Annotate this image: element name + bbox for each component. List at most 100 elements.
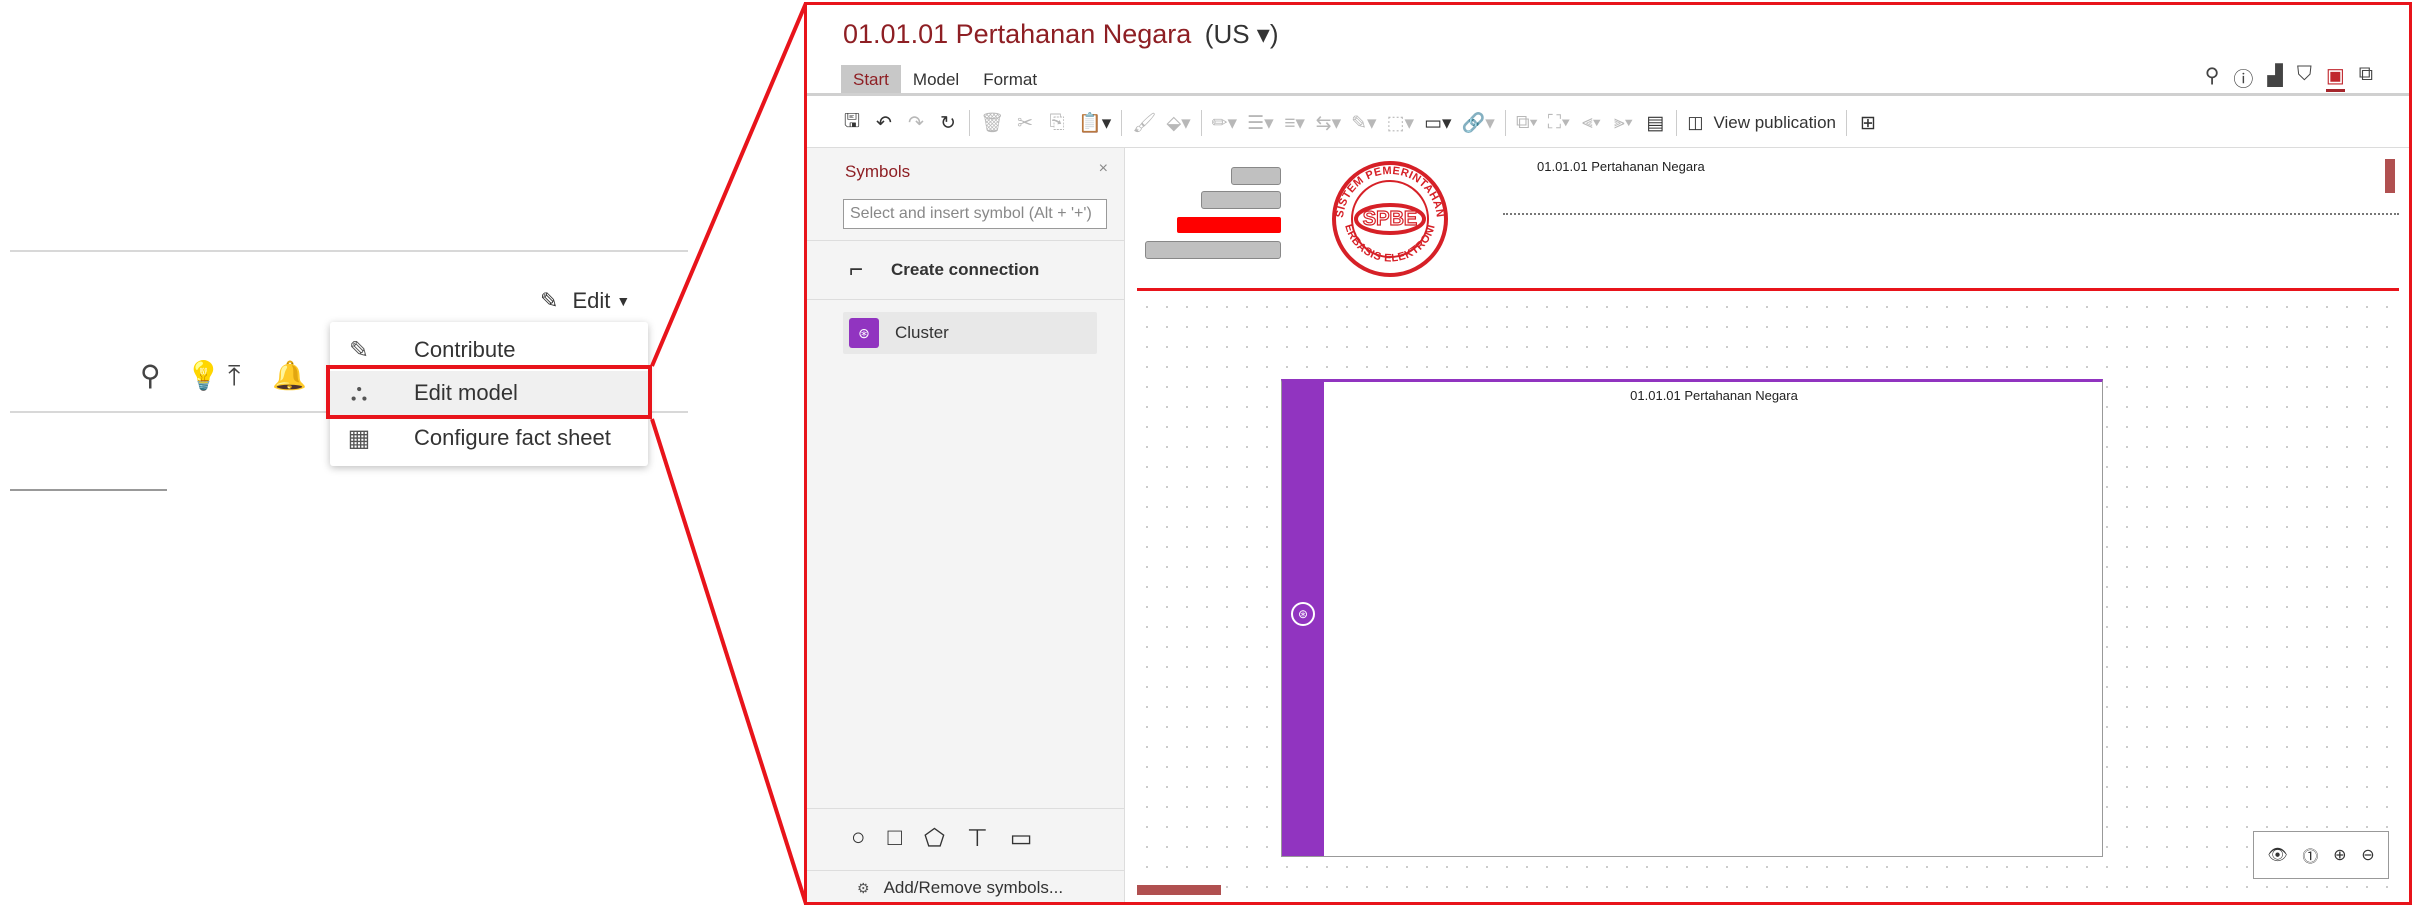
header-bar bbox=[1201, 191, 1281, 209]
menu-item-configure-fact-sheet[interactable]: ▦ Configure fact sheet bbox=[330, 416, 648, 460]
cluster-icon: ⊛ bbox=[849, 318, 879, 348]
edit-dropdown-button[interactable]: ✎ Edit ▼ bbox=[540, 288, 630, 314]
redo-icon[interactable]: ↷ bbox=[905, 112, 927, 135]
line-weight-icon[interactable]: ≡▾ bbox=[1284, 112, 1306, 135]
search-icon[interactable]: ⚲ bbox=[140, 362, 161, 390]
group-icon[interactable]: ⧉▾ bbox=[1516, 112, 1538, 134]
arrow-style-icon[interactable]: ⇆▾ bbox=[1316, 112, 1341, 135]
add-remove-symbols-label: Add/Remove symbols... bbox=[883, 878, 1064, 897]
model-canvas[interactable]: SISTEM PEMERINTAHAN BERBASIS ELEKTRONIK … bbox=[1137, 157, 2399, 895]
spbe-logo: SISTEM PEMERINTAHAN BERBASIS ELEKTRONIK … bbox=[1323, 159, 1448, 277]
svg-text:SPBE: SPBE bbox=[1363, 208, 1417, 230]
symbol-search-input[interactable] bbox=[843, 199, 1107, 229]
connection-icon: ⌐ bbox=[849, 256, 864, 283]
divider-top bbox=[10, 250, 688, 252]
toolbar-separator bbox=[1845, 110, 1847, 136]
header-dotted-line bbox=[1503, 213, 2399, 215]
add-remove-symbols-button[interactable]: ⚙ Add/Remove symbols... bbox=[857, 878, 1063, 898]
toolbar-separator bbox=[1121, 110, 1123, 136]
pencil-icon: ✎ bbox=[540, 288, 559, 313]
pentagon-icon[interactable]: ⬠ bbox=[924, 824, 945, 853]
model-editor-window: 01.01.01 Pertahanan Negara (US ▾) Start … bbox=[804, 2, 2412, 905]
link-icon[interactable]: 🔗▾ bbox=[1462, 111, 1495, 135]
toolbar-separator bbox=[1676, 110, 1678, 136]
align-icon[interactable]: ⫷▾ bbox=[1580, 112, 1602, 134]
highlight-frame bbox=[326, 365, 652, 419]
fact-sheet-panel: ✎ Edit ▼ ⚲ 💡 ⤒ 🔔 ✎ Contribute ⛬ Edit mod… bbox=[0, 0, 700, 907]
cluster-side-bar: ⊛ bbox=[1282, 382, 1324, 856]
upload-icon[interactable]: ⤒ bbox=[228, 362, 240, 390]
grid-icon: ▦ bbox=[347, 424, 371, 452]
language-label: (US bbox=[1204, 19, 1250, 49]
tab-start[interactable]: Start bbox=[841, 65, 901, 95]
paste-icon[interactable]: 📋▾ bbox=[1078, 111, 1111, 135]
ribbon-tabs: Start Model Format bbox=[841, 65, 1049, 95]
symbols-title: Symbols bbox=[845, 162, 911, 181]
create-connection-label: Create connection bbox=[891, 260, 1040, 279]
toolbar-separator bbox=[1200, 110, 1202, 136]
square-icon[interactable]: □ bbox=[888, 824, 903, 853]
caret-down-icon: ▼ bbox=[616, 293, 631, 309]
model-title-text: 01.01.01 Pertahanan Negara bbox=[843, 19, 1192, 49]
comments-icon[interactable]: ⧉ bbox=[2359, 63, 2373, 92]
shape-type-icon[interactable]: ▭▾ bbox=[1424, 112, 1452, 135]
zoom-100-icon[interactable]: ⓵ bbox=[2302, 843, 2318, 867]
header-bar bbox=[1145, 241, 1281, 259]
header-bar bbox=[1231, 167, 1281, 185]
model-title: 01.01.01 Pertahanan Negara (US ▾) bbox=[843, 19, 1279, 50]
undo-icon[interactable]: ↶ bbox=[873, 112, 895, 135]
format-painter-icon[interactable]: 🖌 bbox=[1132, 111, 1156, 135]
cut-icon[interactable]: ✂ bbox=[1014, 112, 1036, 135]
circle-icon[interactable]: ○ bbox=[851, 824, 866, 853]
view-publication-label: View publication bbox=[1713, 113, 1836, 132]
cluster-title: 01.01.01 Pertahanan Negara bbox=[1630, 388, 1798, 403]
save-icon[interactable]: 🖫 bbox=[841, 107, 863, 139]
language-selector[interactable]: (US ▾) bbox=[1205, 19, 1279, 49]
shape-style-icon[interactable]: ⬚▾ bbox=[1387, 112, 1415, 135]
symbol-cluster[interactable]: ⊛ Cluster bbox=[843, 312, 1097, 354]
toolbar-separator bbox=[969, 110, 970, 136]
cluster-shape[interactable]: ⊛ 01.01.01 Pertahanan Negara bbox=[1281, 379, 2103, 857]
header-red-bar bbox=[1177, 217, 1281, 233]
info-icon[interactable]: ⓘ bbox=[2233, 63, 2253, 92]
distribute-icon[interactable]: ⫸▾ bbox=[1612, 112, 1634, 134]
add-comment-icon[interactable]: ⊞ bbox=[1857, 112, 1879, 135]
refresh-icon[interactable]: ↻ bbox=[937, 112, 959, 135]
image-icon[interactable]: ▭ bbox=[1010, 824, 1033, 853]
search-icon[interactable]: ⚲ bbox=[2205, 63, 2220, 92]
main-toolbar: 🖫 ↶ ↷ ↻ 🗑 ✂ ⎘ 📋▾ 🖌 ⬙▾ ✏▾ ☰▾ ≡▾ ⇆▾ ✎▾ ⬚▾ … bbox=[841, 107, 1879, 139]
menu-item-label: Contribute bbox=[414, 337, 516, 362]
copy-icon[interactable]: ⎘ bbox=[1046, 112, 1068, 134]
page-icon[interactable]: ▤ bbox=[1644, 112, 1666, 135]
horizontal-scrollbar[interactable] bbox=[1137, 885, 1221, 895]
tab-format[interactable]: Format bbox=[971, 65, 1049, 95]
view-publication-button[interactable]: ◫ View publication bbox=[1687, 113, 1836, 133]
line-color-icon[interactable]: ✏▾ bbox=[1212, 112, 1237, 135]
properties-icon[interactable]: ▣ bbox=[2325, 63, 2345, 92]
zoom-controls: 👁 ⓵ ⊕ ⊖ bbox=[2253, 831, 2389, 879]
resize-icon[interactable]: ⛶▾ bbox=[1548, 112, 1571, 134]
lightbulb-icon[interactable]: 💡 bbox=[186, 362, 221, 390]
close-icon[interactable]: × bbox=[1099, 160, 1108, 178]
line-style-icon[interactable]: ☰▾ bbox=[1247, 112, 1274, 135]
text-box-icon[interactable]: ⊤ bbox=[967, 824, 988, 853]
fill-color-icon[interactable]: ⬙▾ bbox=[1166, 112, 1190, 135]
menu-item-label: Configure fact sheet bbox=[414, 425, 611, 450]
toolbar-separator bbox=[1504, 110, 1506, 136]
chart-icon[interactable]: ▟ bbox=[2267, 63, 2282, 92]
bell-icon[interactable]: 🔔 bbox=[272, 362, 307, 390]
delete-icon[interactable]: 🗑 bbox=[980, 111, 1004, 135]
publication-icon: ◫ bbox=[1687, 113, 1704, 132]
tab-model[interactable]: Model bbox=[901, 65, 971, 95]
eye-icon[interactable]: 👁 bbox=[2267, 845, 2287, 865]
add-remove-divider bbox=[807, 870, 1125, 871]
edit-shape-icon[interactable]: ✎▾ bbox=[1351, 112, 1376, 135]
header-marker bbox=[2385, 159, 2395, 193]
shield-icon[interactable]: ⛉ bbox=[2297, 63, 2312, 92]
zoom-out-icon[interactable]: ⊖ bbox=[2361, 845, 2374, 865]
header-title: 01.01.01 Pertahanan Negara bbox=[1537, 159, 1705, 174]
divider-short bbox=[10, 489, 167, 491]
cluster-icon: ⊛ bbox=[1291, 602, 1315, 626]
zoom-in-icon[interactable]: ⊕ bbox=[2333, 845, 2346, 865]
create-connection-button[interactable]: ⌐ Create connection bbox=[807, 240, 1125, 300]
